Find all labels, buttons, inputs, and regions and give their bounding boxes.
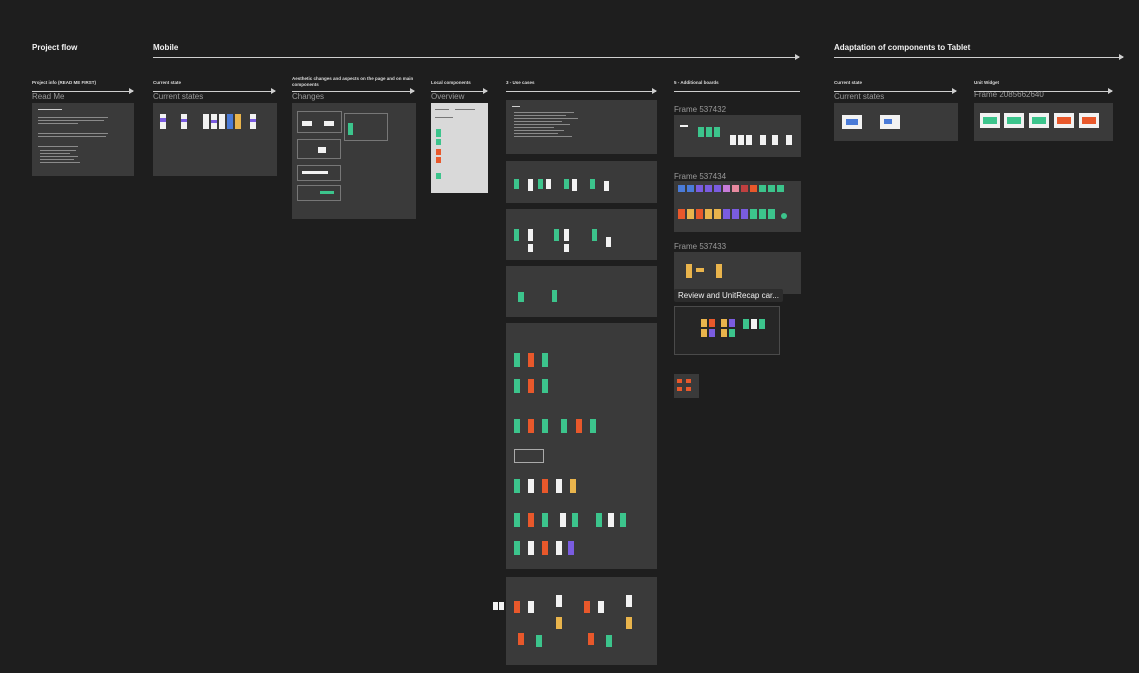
frame-name-537433[interactable]: Frame 537433 xyxy=(674,242,726,251)
board-overview[interactable] xyxy=(431,103,488,193)
column-label-current-state: Current state xyxy=(153,80,182,85)
board-frame-537432[interactable] xyxy=(674,115,801,157)
board-use-cases-intro[interactable] xyxy=(506,100,657,154)
column-label-project-info: Project info (READ ME FIRST) xyxy=(32,80,96,85)
frame-name-overview[interactable]: Overview xyxy=(431,92,464,101)
board-tablet-current-states[interactable] xyxy=(834,103,958,141)
column-label-use-cases: 3 - Use cases xyxy=(506,80,535,85)
side-thumb xyxy=(499,602,504,610)
column-label-local-components: Local components xyxy=(431,80,471,85)
board-read-me[interactable] xyxy=(32,103,134,176)
board-use-case-5[interactable] xyxy=(506,577,657,665)
board-frame-537433[interactable] xyxy=(674,252,801,294)
board-unit-widget[interactable] xyxy=(974,103,1113,141)
column-arrow xyxy=(506,88,657,94)
frame-name-changes[interactable]: Changes xyxy=(292,92,324,101)
mobile-flow-arrow xyxy=(153,54,800,60)
board-review-unitrecap[interactable] xyxy=(674,306,780,355)
column-label-additional-boards: 5 - Additional boards xyxy=(674,80,719,85)
frame-name-read-me[interactable]: Read Me xyxy=(32,92,64,101)
side-thumb xyxy=(493,602,498,610)
board-update-placement[interactable] xyxy=(674,374,699,398)
board-use-case-2[interactable] xyxy=(506,209,657,260)
board-current-states[interactable] xyxy=(153,103,277,176)
frame-name-tablet-current-states[interactable]: Current states xyxy=(834,92,884,101)
column-label-unit-widget: Unit Widget xyxy=(974,80,999,85)
tablet-flow-arrow xyxy=(834,54,1124,60)
column-label-tablet-current-state: Current state xyxy=(834,80,863,85)
frame-name-537432[interactable]: Frame 537432 xyxy=(674,105,726,114)
board-frame-537434[interactable] xyxy=(674,181,801,232)
frame-name-537434[interactable]: Frame 537434 xyxy=(674,172,726,181)
column-label-aesthetic-changes: Aesthetic changes and aspects on the pag… xyxy=(292,76,414,87)
board-use-case-1[interactable] xyxy=(506,161,657,203)
section-title-tablet: Adaptation of components to Tablet xyxy=(834,43,971,52)
board-use-case-3[interactable] xyxy=(506,266,657,317)
column-rule xyxy=(674,91,800,92)
board-use-case-4[interactable] xyxy=(506,323,657,569)
board-changes[interactable] xyxy=(292,103,416,219)
section-title-mobile: Mobile xyxy=(153,43,179,52)
frame-name-unit-widget[interactable]: Frame 2085662640 xyxy=(974,90,1044,99)
frame-name-current-states[interactable]: Current states xyxy=(153,92,203,101)
layer-tooltip: Review and UnitRecap car... xyxy=(674,289,783,302)
section-title-project-flow: Project flow xyxy=(32,43,78,52)
